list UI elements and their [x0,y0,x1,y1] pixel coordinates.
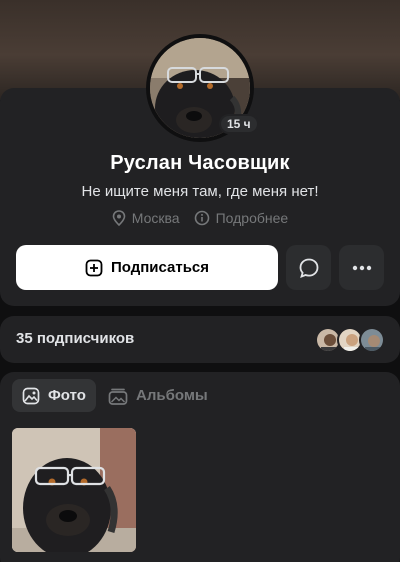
message-icon [299,258,318,278]
followers-card[interactable]: 35 подписчиков [0,316,400,363]
subscribe-button[interactable]: Подписаться [16,245,278,290]
last-seen-badge: 15 ч [219,114,259,134]
tab-photos-label: Фото [48,387,86,404]
subscribe-label: Подписаться [110,259,210,276]
follower-avatar [359,327,385,353]
location-label: Москва [131,210,180,226]
media-card: Фото Альбомы [0,372,400,562]
profile-meta: Москва Подробнее [0,210,400,226]
profile-card: 15 ч Руслан Часовщик Не ищите меня там, … [0,34,400,306]
info-icon [194,210,209,226]
message-button[interactable] [286,245,331,290]
details-label[interactable]: Подробнее [216,210,289,226]
plus-square-icon [85,259,103,276]
photo-dog-image [12,428,136,552]
tab-albums-label: Альбомы [136,387,208,404]
profile-name: Руслан Часовщик [110,152,290,174]
profile-status: Не ищите меня там, где меня нет! [81,183,319,200]
photo-icon [22,387,40,404]
location-item: Москва [112,210,180,226]
details-link[interactable]: Подробнее [194,210,289,226]
tab-albums[interactable]: Альбомы [98,379,218,412]
more-icon [352,265,371,270]
follower-avatars [315,327,385,353]
more-button[interactable] [339,245,384,290]
photo-thumbnail[interactable] [12,428,136,552]
followers-count: 35 подписчиков [16,330,135,347]
album-icon [108,388,128,405]
location-pin-icon [112,210,126,226]
tab-photos[interactable]: Фото [12,379,96,412]
